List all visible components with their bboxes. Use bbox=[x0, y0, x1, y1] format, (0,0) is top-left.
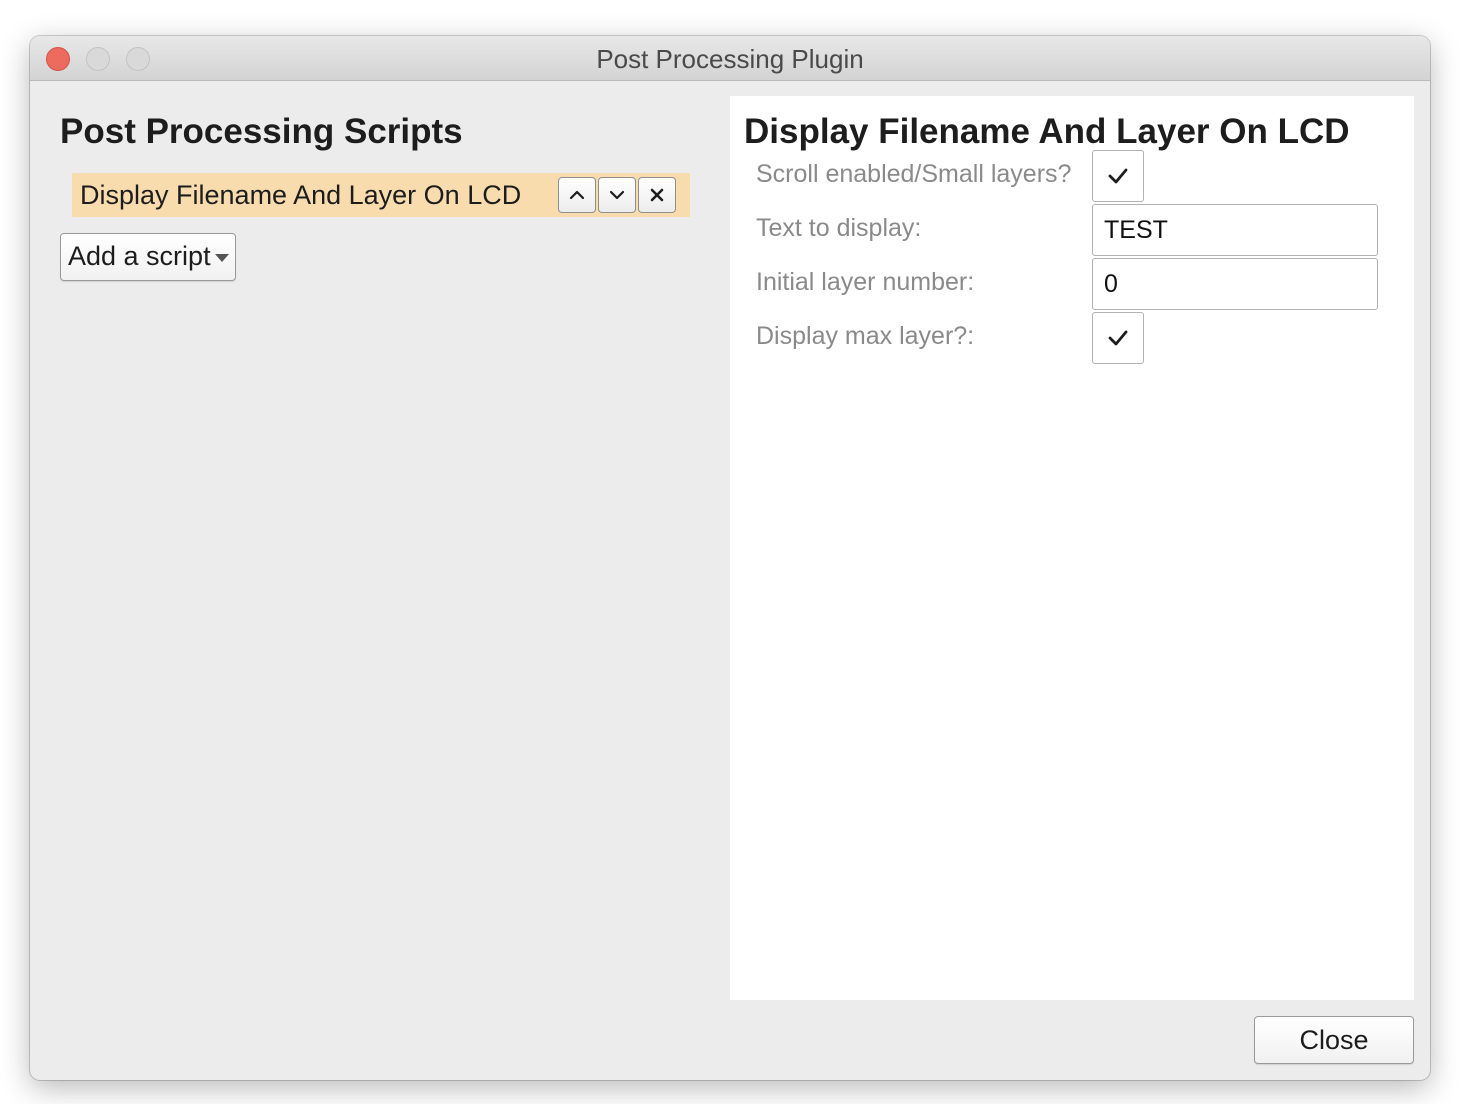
caret-down-icon bbox=[215, 254, 229, 262]
script-settings-panel: Display Filename And Layer On LCD Scroll… bbox=[730, 96, 1414, 1000]
remove-script-button[interactable] bbox=[638, 177, 676, 213]
script-item-label: Display Filename And Layer On LCD bbox=[80, 180, 522, 210]
display-max-layer-label: Display max layer?: bbox=[756, 322, 975, 350]
initial-layer-number-label: Initial layer number: bbox=[756, 268, 975, 296]
script-list-item[interactable]: Display Filename And Layer On LCD bbox=[72, 173, 690, 217]
chevron-down-icon bbox=[609, 190, 625, 200]
display-max-layer-checkbox[interactable] bbox=[1092, 312, 1144, 364]
initial-layer-number-field[interactable] bbox=[1092, 258, 1378, 310]
close-button[interactable]: Close bbox=[1254, 1016, 1414, 1064]
scroll-enabled-checkbox[interactable] bbox=[1092, 150, 1144, 202]
text-to-display-label: Text to display: bbox=[756, 214, 922, 242]
add-script-dropdown[interactable]: Add a script bbox=[60, 233, 236, 281]
move-up-button[interactable] bbox=[558, 177, 596, 213]
close-icon bbox=[650, 188, 664, 202]
add-script-label: Add a script bbox=[68, 241, 211, 271]
text-to-display-field[interactable] bbox=[1092, 204, 1378, 256]
window-title: Post Processing Plugin bbox=[596, 44, 864, 74]
move-down-button[interactable] bbox=[598, 177, 636, 213]
chevron-up-icon bbox=[569, 190, 585, 200]
title-bar[interactable]: Post Processing Plugin bbox=[30, 36, 1430, 81]
settings-heading: Display Filename And Layer On LCD bbox=[744, 112, 1350, 151]
scripts-heading: Post Processing Scripts bbox=[60, 112, 463, 151]
scroll-enabled-label: Scroll enabled/Small layers? bbox=[756, 160, 1072, 188]
checkmark-icon bbox=[1108, 330, 1128, 346]
post-processing-dialog: Post Processing Plugin Post Processing S… bbox=[30, 36, 1430, 1080]
checkmark-icon bbox=[1108, 168, 1128, 184]
